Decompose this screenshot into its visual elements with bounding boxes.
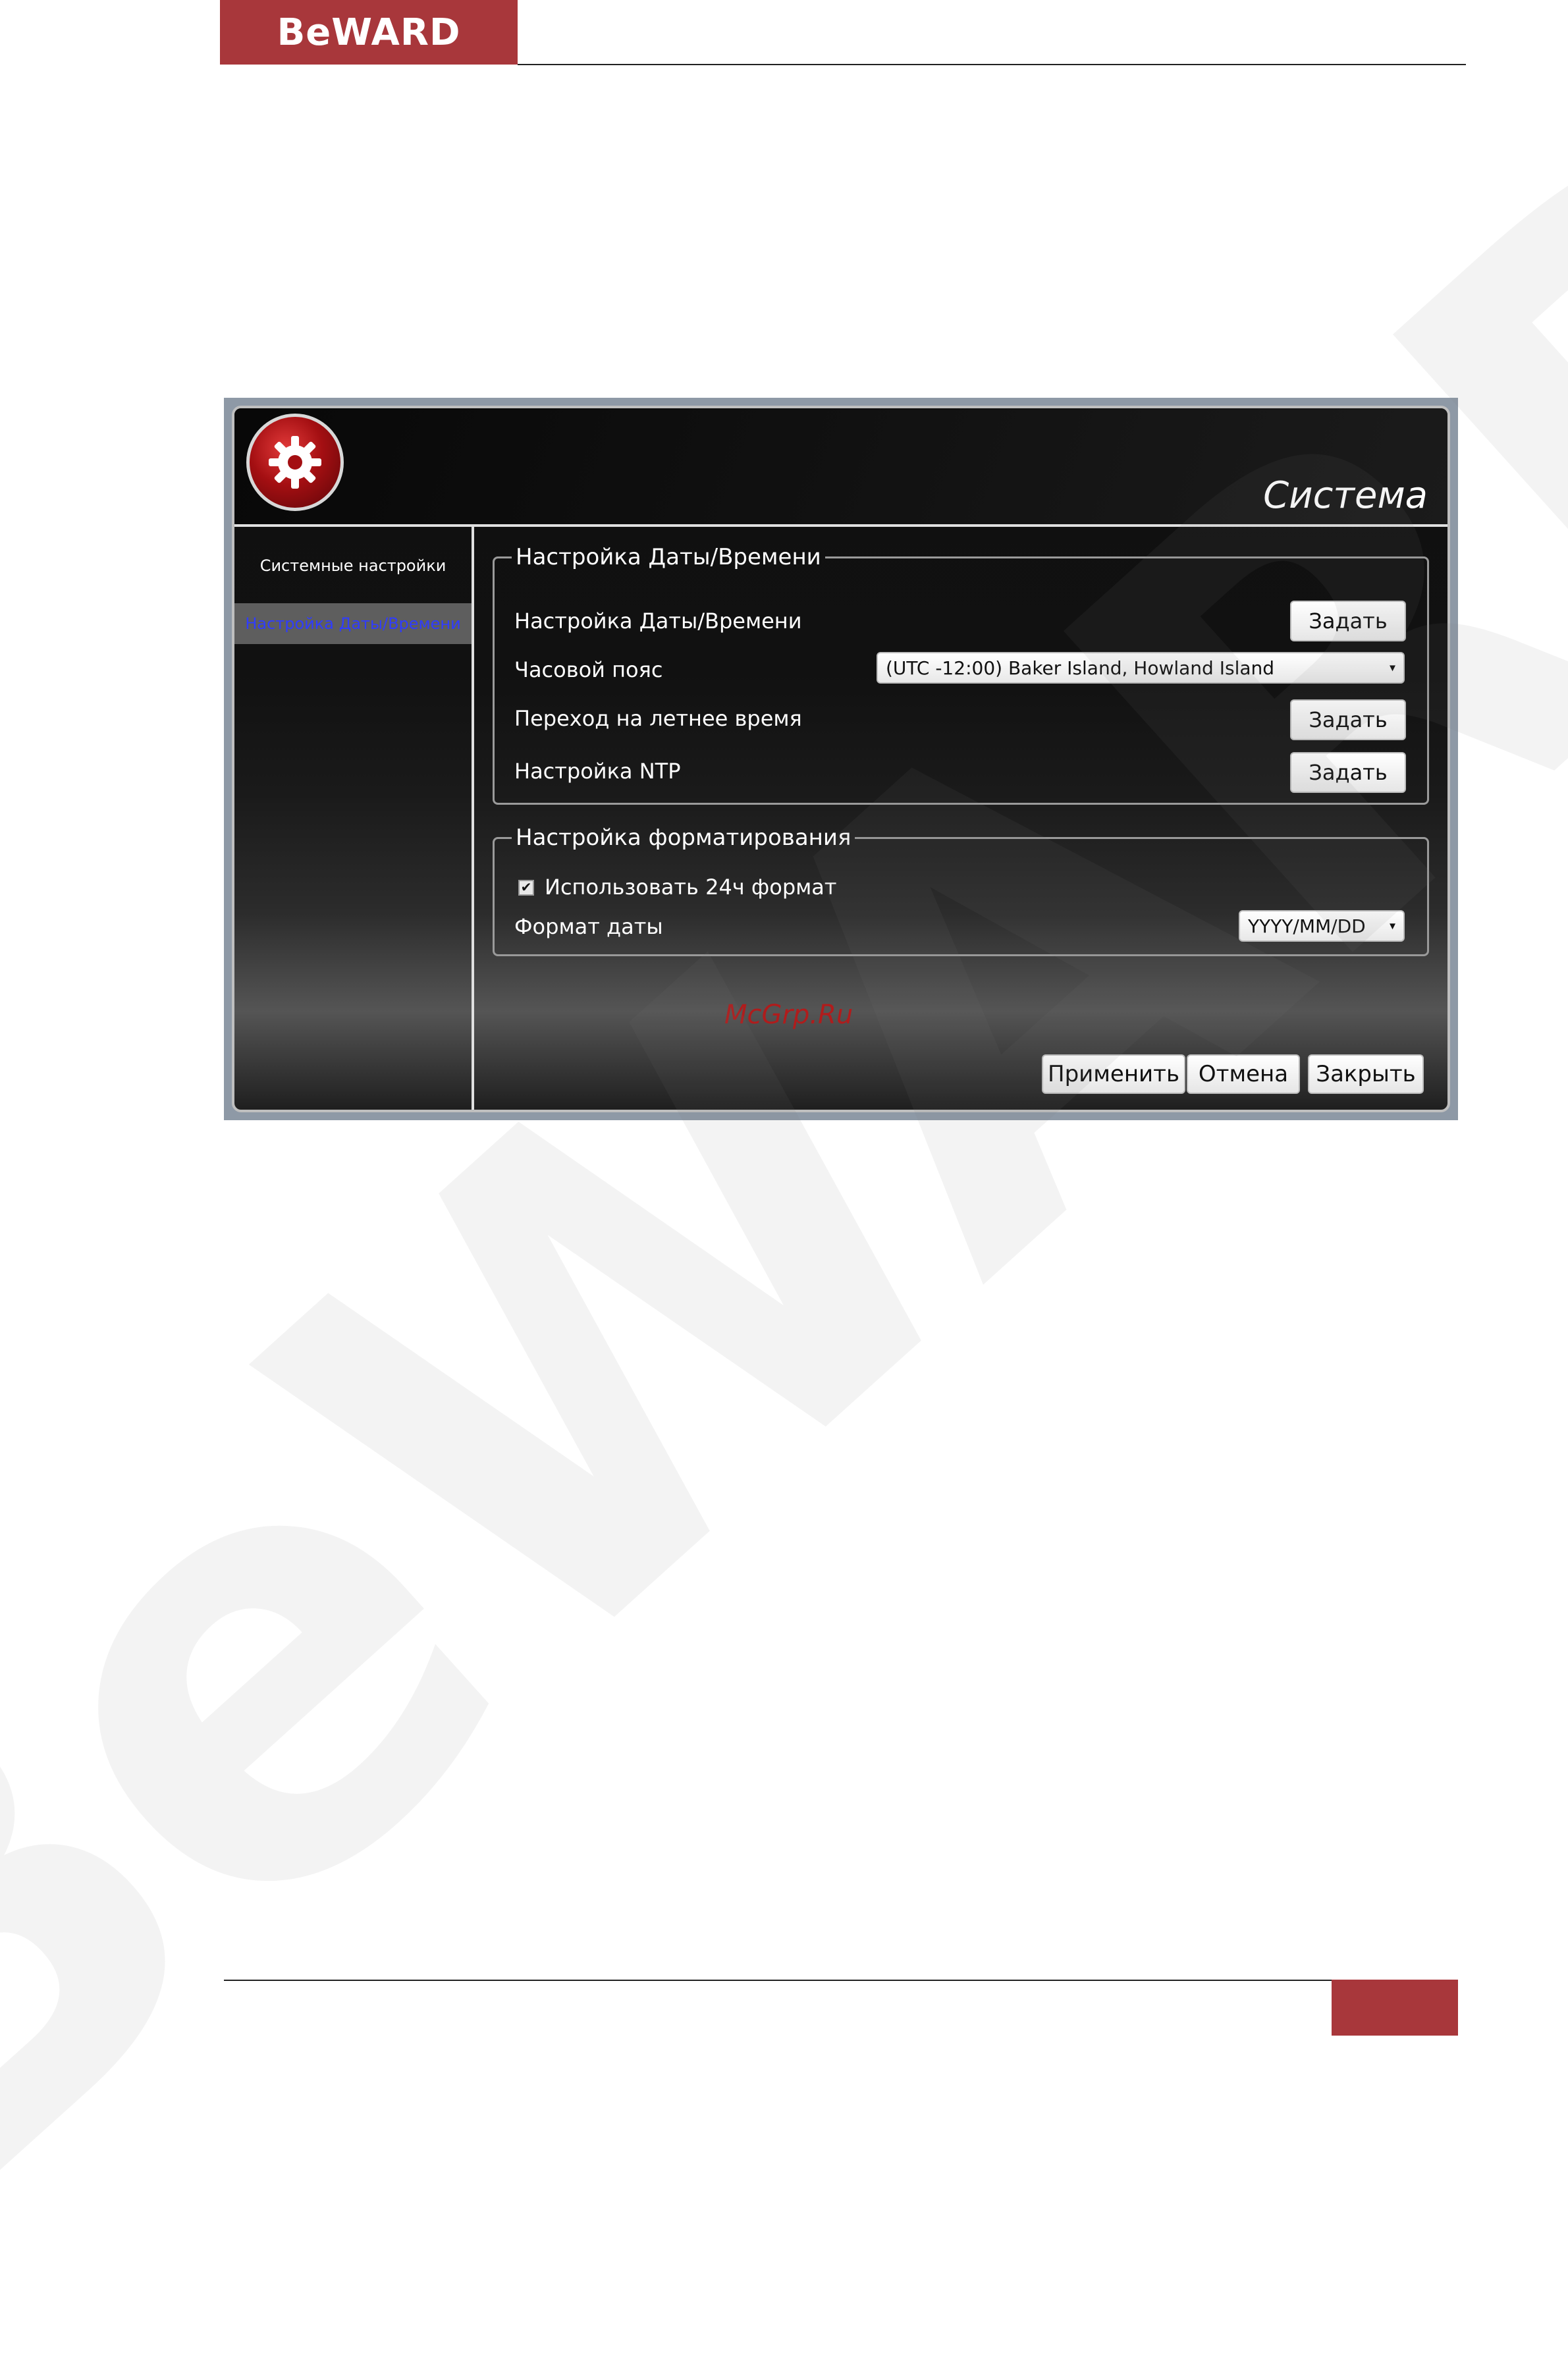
set-ntp-button[interactable]: Задать — [1290, 752, 1406, 793]
date-format-label: Формат даты — [514, 914, 663, 939]
system-window: Система Системные настройки Настройка Да… — [232, 406, 1450, 1112]
date-format-select[interactable]: YYYY/MM/DD ▾ — [1239, 910, 1405, 942]
dropdown-arrow-icon: ▾ — [1389, 661, 1395, 675]
apply-button[interactable]: Применить — [1042, 1054, 1185, 1094]
cancel-button[interactable]: Отмена — [1187, 1054, 1300, 1094]
datetime-setting-label: Настройка Даты/Времени — [514, 609, 802, 634]
screenshot-frame: Система Системные настройки Настройка Да… — [224, 398, 1458, 1120]
sidebar: Системные настройки Настройка Даты/Време… — [234, 527, 474, 1110]
window-header: Система — [234, 408, 1447, 527]
sidebar-item-datetime[interactable]: Настройка Даты/Времени — [234, 603, 472, 644]
ntp-label: Настройка NTP — [514, 759, 681, 784]
header-rule — [518, 64, 1466, 65]
timezone-value: (UTC -12:00) Baker Island, Howland Islan… — [886, 657, 1275, 679]
window-title: Система — [1263, 474, 1428, 517]
site-mark: McGrp.Ru — [724, 1000, 853, 1030]
timezone-label: Часовой пояс — [514, 657, 663, 682]
timezone-select[interactable]: (UTC -12:00) Baker Island, Howland Islan… — [877, 652, 1405, 684]
use-24h-label: Использовать 24ч формат — [545, 875, 837, 900]
date-format-value: YYYY/MM/DD — [1248, 915, 1366, 937]
dst-label: Переход на летнее время — [514, 706, 802, 731]
content-area: Настройка Даты/Времени Настройка Даты/Вр… — [474, 527, 1447, 1110]
footer-rule — [224, 1980, 1332, 1981]
sidebar-item-system-settings[interactable]: Системные настройки — [234, 545, 472, 586]
set-datetime-button[interactable]: Задать — [1290, 601, 1406, 641]
dropdown-arrow-icon: ▾ — [1389, 919, 1395, 933]
format-group-legend: Настройка форматирования — [516, 825, 852, 851]
use-24h-checkbox[interactable]: ✔ — [518, 880, 534, 896]
datetime-group: Настройка Даты/Времени Настройка Даты/Вр… — [493, 544, 1429, 805]
logo-text: BeWARD — [277, 11, 461, 54]
datetime-group-legend: Настройка Даты/Времени — [516, 544, 821, 570]
format-group: Настройка форматирования ✔ Использовать … — [493, 825, 1429, 956]
gear-icon — [246, 414, 344, 511]
beward-logo: BeWARD — [220, 0, 518, 65]
close-button[interactable]: Закрыть — [1308, 1054, 1424, 1094]
footer-badge — [1332, 1980, 1458, 2036]
set-dst-button[interactable]: Задать — [1290, 699, 1406, 740]
